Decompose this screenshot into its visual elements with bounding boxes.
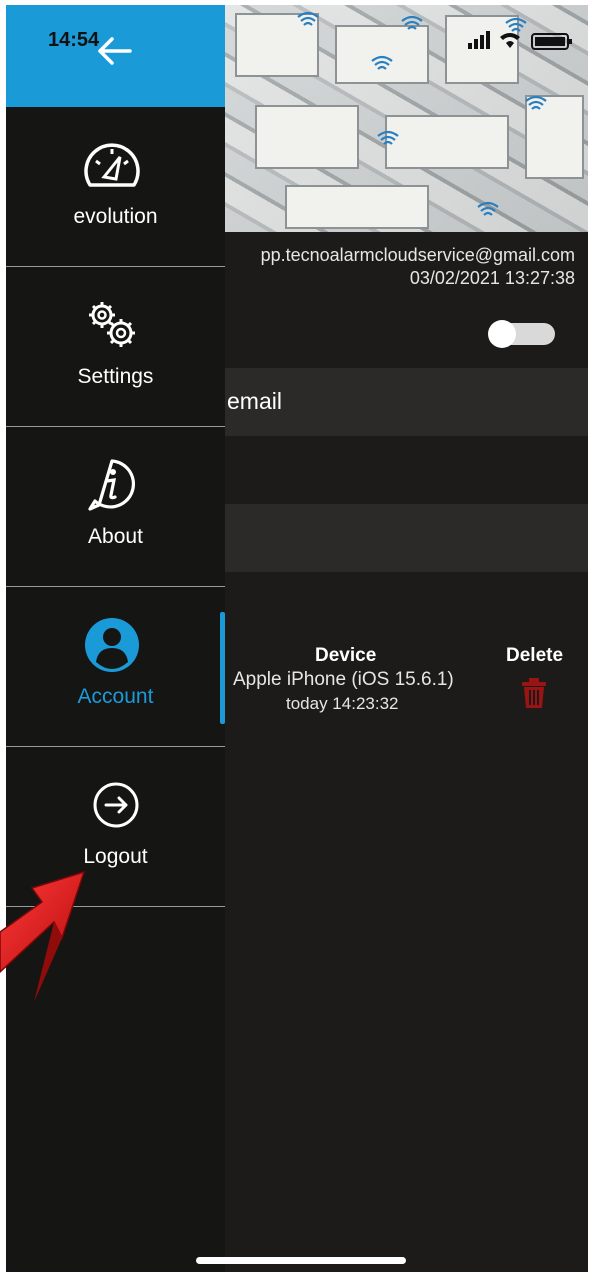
status-icons [468, 31, 572, 50]
trash-icon[interactable] [521, 677, 547, 709]
menu-label-evolution: evolution [73, 205, 158, 228]
info-icon [88, 459, 135, 511]
annotation-arrow-icon [0, 870, 86, 1002]
status-time: 14:54 [48, 29, 100, 51]
app-screen: pp.tecnoalarmcloudservice@gmail.com 03/0… [6, 5, 588, 1272]
menu-item-evolution[interactable]: evolution [6, 107, 225, 267]
drawer-header: 14:54 [6, 5, 225, 107]
account-date: 03/02/2021 13:27:38 [409, 268, 575, 288]
gauge-icon [84, 143, 140, 187]
logout-icon [93, 782, 139, 828]
active-indicator [220, 612, 225, 724]
menu-label-settings: Settings [77, 365, 154, 388]
delete-column-header: Delete [506, 645, 564, 666]
menu-label-about: About [88, 525, 143, 548]
blank-field[interactable] [225, 504, 588, 572]
email-field[interactable]: email [225, 368, 588, 436]
email-field-label: email [227, 388, 282, 414]
back-arrow-icon[interactable] [96, 33, 132, 69]
menu-label-account: Account [77, 685, 154, 708]
account-email: pp.tecnoalarmcloudservice@gmail.com [260, 245, 575, 265]
gears-icon [89, 302, 135, 347]
user-avatar-icon [85, 618, 139, 672]
menu-item-about[interactable]: About [6, 427, 225, 587]
side-drawer: 14:54 evolution Settings About Account L… [6, 5, 225, 1272]
notification-toggle[interactable] [488, 320, 555, 348]
home-indicator[interactable] [196, 1257, 406, 1264]
menu-item-account[interactable]: Account [6, 587, 225, 747]
device-name: Apple iPhone (iOS 15.6.1) [233, 669, 454, 690]
device-last-seen: today 14:23:32 [286, 694, 399, 713]
device-column-header: Device [315, 645, 377, 666]
menu-item-settings[interactable]: Settings [6, 267, 225, 427]
toggle-knob [488, 320, 516, 348]
